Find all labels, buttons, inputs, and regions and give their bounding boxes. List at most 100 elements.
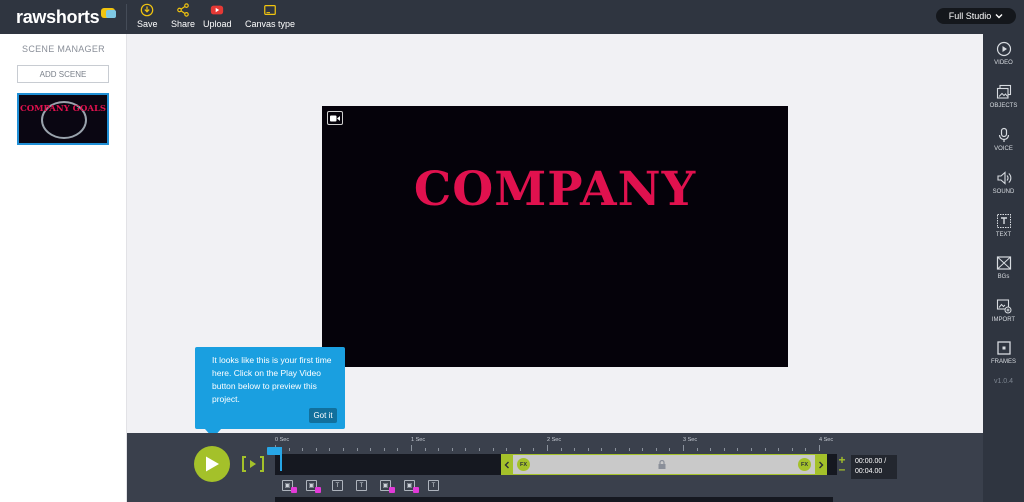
chevron-down-icon [995, 14, 1003, 19]
ruler-tick [737, 448, 739, 451]
timeline-track[interactable]: FX FX [275, 454, 837, 475]
ruler-tick [329, 448, 331, 451]
toolbar-divider [126, 4, 127, 30]
layer-text-icon[interactable]: T [332, 480, 343, 491]
ruler-tick [302, 448, 304, 451]
tooltip-message: It looks like this is your first time he… [212, 355, 332, 404]
ruler-tick [424, 448, 426, 451]
ruler-tick [805, 448, 807, 451]
ruler-tick [751, 448, 752, 451]
share-icon [177, 3, 189, 17]
sidebar-item-import[interactable]: IMPORT [983, 298, 1024, 323]
sidebar-item-label: VOICE [994, 146, 1013, 152]
layer-text-icon[interactable]: T [356, 480, 367, 491]
app-version: v1.0.4 [993, 378, 1014, 385]
time-display: 00:00.00 / 00:04.00 [851, 455, 897, 479]
ruler-tick [479, 448, 480, 451]
save-label: Save [137, 19, 158, 29]
zoom-controls[interactable]: + – [836, 454, 848, 475]
text-box-icon [996, 214, 1011, 228]
sidebar-item-voice[interactable]: VOICE [983, 127, 1024, 152]
timeline-ruler[interactable]: 0 Sec 1 Sec 2 Sec 3 Sec 4 Sec [275, 437, 837, 453]
playhead-line [280, 447, 282, 471]
clip-left-handle[interactable] [501, 455, 513, 474]
logo-bubble-icon [101, 8, 117, 18]
ruler-tick [601, 448, 603, 451]
sidebar-item-label: SOUND [992, 189, 1015, 195]
lock-icon [658, 460, 666, 469]
studio-mode-select[interactable]: Full Studio [936, 8, 1016, 24]
ruler-tick [560, 448, 562, 451]
sidebar-item-label: OBJECTS [989, 103, 1018, 109]
share-button[interactable]: Share [171, 3, 195, 29]
ruler-tick [791, 448, 793, 451]
scene-clip[interactable]: FX FX [501, 454, 827, 475]
sidebar-item-video[interactable]: VIDEO [983, 41, 1024, 66]
ruler-tick [451, 448, 453, 451]
download-icon [140, 3, 154, 17]
ruler-tick [465, 448, 467, 451]
add-scene-button[interactable]: ADD SCENE [17, 65, 109, 83]
playhead-handle[interactable] [267, 447, 281, 455]
ruler-tick [819, 445, 820, 451]
ruler-tick [547, 445, 548, 451]
ruler-tick [669, 448, 671, 451]
sidebar-item-label: VIDEO [994, 60, 1013, 66]
camera-icon[interactable] [327, 111, 343, 125]
ruler-tick [574, 448, 576, 451]
ruler-tick [587, 448, 589, 451]
current-time: 00:00.00 / [855, 458, 887, 465]
ruler-tick [356, 448, 358, 451]
ruler-tick [411, 445, 412, 451]
layer-marker [413, 487, 419, 493]
layer-text-icon[interactable]: T [428, 480, 439, 491]
canvas-type-label: Canvas type [245, 19, 296, 29]
tick-label-4: 4 Sec [819, 437, 834, 443]
fx-in-badge[interactable]: FX [517, 458, 530, 471]
ruler-tick [288, 448, 290, 451]
bracket-play-icon [242, 456, 264, 472]
canvas-type-button[interactable]: Canvas type [245, 3, 295, 29]
sidebar-item-sound[interactable]: SOUND [983, 170, 1024, 195]
frame-icon [996, 341, 1011, 355]
save-button[interactable]: Save [137, 3, 158, 29]
secondary-track [275, 497, 833, 502]
ruler-tick [764, 448, 766, 451]
play-circle-icon [996, 41, 1011, 57]
play-scene-button[interactable] [241, 454, 265, 474]
scene-manager-title: SCENE MANAGER [22, 44, 105, 54]
play-video-button[interactable] [194, 446, 230, 482]
ruler-tick [519, 448, 521, 451]
video-canvas[interactable]: COMPANY [322, 106, 788, 367]
sidebar-item-objects[interactable]: OBJECTS [983, 84, 1024, 109]
ruler-tick [710, 448, 712, 451]
tick-label-0: 0 Sec [275, 437, 290, 443]
upload-button[interactable]: Upload [203, 3, 232, 29]
app-logo[interactable]: rawshorts [16, 6, 117, 28]
onboarding-tooltip: It looks like this is your first time he… [195, 347, 345, 438]
scene-thumbnail[interactable]: COMPANY GOALS [17, 93, 109, 145]
canvas-headline[interactable]: COMPANY [322, 162, 788, 217]
sidebar-item-frames[interactable]: FRAMES [983, 340, 1024, 365]
ruler-tick [383, 448, 385, 451]
tick-label-2: 2 Sec [547, 437, 562, 443]
ruler-tick [506, 448, 508, 451]
youtube-icon [211, 5, 224, 15]
clip-right-handle[interactable] [815, 455, 827, 474]
ruler-tick [778, 448, 780, 451]
got-it-button[interactable]: Got it [309, 408, 337, 423]
ruler-tick [642, 448, 644, 451]
ruler-tick [723, 448, 725, 451]
fx-out-badge[interactable]: FX [798, 458, 811, 471]
ruler-tick [315, 448, 317, 451]
chevron-left-icon [504, 461, 509, 468]
tick-label-3: 3 Sec [683, 437, 698, 443]
ruler-tick [683, 445, 684, 451]
ruler-tick [655, 448, 657, 451]
ruler-tick [343, 448, 344, 451]
sidebar-item-bgs[interactable]: BGs [983, 255, 1024, 280]
ruler-tick [438, 448, 440, 451]
ruler-tick [492, 448, 494, 451]
ruler-tick [370, 448, 372, 451]
sidebar-item-text[interactable]: TEXT [983, 213, 1024, 238]
